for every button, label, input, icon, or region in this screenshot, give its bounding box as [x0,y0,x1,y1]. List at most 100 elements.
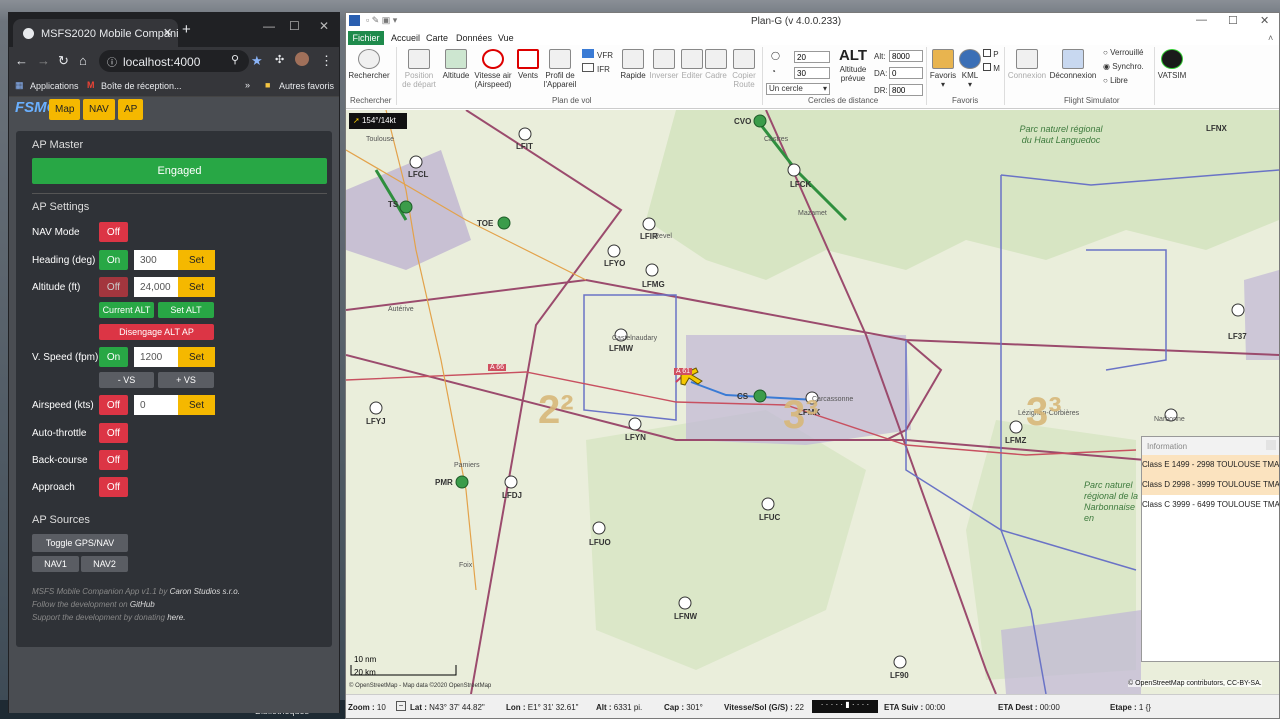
ap-master-engaged-button[interactable]: Engaged [32,158,327,184]
heading-input[interactable] [134,250,178,270]
quick-access-icons[interactable]: ▫ ✎ ▣ ▾ [366,15,397,26]
nav1-button[interactable]: NAV1 [32,556,79,572]
minus-vs-button[interactable]: - VS [99,372,154,388]
airport-label-lfuc[interactable]: LFUC [759,513,780,522]
menu-fichier[interactable]: Fichier [348,31,384,45]
position-depart-button[interactable]: Position de départ [400,49,438,89]
bookmark-inbox[interactable]: Boîte de réception... [101,81,182,91]
airport-label-lfck[interactable]: LFCK [790,180,811,189]
plang-maximize-icon[interactable]: ☐ [1228,14,1238,27]
vspeed-toggle[interactable]: On [99,347,128,367]
circle-radius-2-input[interactable] [794,67,830,79]
menu-vue[interactable]: Vue [498,33,514,43]
vor-label-cvo[interactable]: CVO [734,117,751,126]
footer-link-caron[interactable]: Caron Studios s.r.o. [170,587,240,596]
autothrottle-toggle[interactable]: Off [99,423,128,443]
editer-button[interactable]: Editer [680,49,704,80]
menu-accueil[interactable]: Accueil [391,33,420,43]
forward-icon[interactable]: → [37,53,50,68]
airport-label-lfyj[interactable]: LFYJ [366,417,386,426]
close-info-icon[interactable] [1266,440,1276,450]
star-icon[interactable]: ★ [251,53,263,69]
toggle-gps-nav-button[interactable]: Toggle GPS/NAV [32,534,128,552]
circle-mode-select[interactable]: Un cercle ▾ [766,83,830,95]
connexion-button[interactable]: Connexion [1007,49,1047,80]
home-icon[interactable]: ⌂ [79,53,87,68]
information-row[interactable]: Class D 2998 - 3999 TOULOUSE TMA [1142,475,1279,495]
footer-link-donate[interactable]: here. [167,613,185,622]
information-row[interactable]: Class C 3999 - 6499 TOULOUSE TMA [1142,495,1279,515]
nav-nav[interactable]: NAV [83,99,115,120]
dr-input[interactable] [889,84,923,96]
airport-label-lfcl[interactable]: LFCL [408,170,428,179]
vor-label-ts[interactable]: TS [388,200,398,209]
zoom-out-button[interactable]: − [396,701,406,711]
deconnexion-button[interactable]: Déconnexion [1049,49,1097,80]
footer-link-github[interactable]: GitHub [130,600,155,609]
airspeed-set-button[interactable]: Set [178,395,215,415]
map-view[interactable]: ➚ 154°/14kt LFIT LFCL LFCK LFIR LFYO LFM… [346,110,1279,694]
rechercher-button[interactable]: Rechercher [348,49,390,80]
extensions-icon[interactable]: ✣ [275,53,284,66]
altitude-toggle[interactable]: Off [99,277,128,297]
circle-radius-1-input[interactable] [794,51,830,63]
nav-map[interactable]: Map [49,99,81,120]
checkbox-p[interactable]: P [983,49,1003,59]
vor-label-pmr[interactable]: PMR [435,478,453,487]
airport-label-lfnw[interactable]: LFNW [674,612,697,621]
nav-ap[interactable]: AP [118,99,144,120]
alt-input[interactable] [889,50,923,62]
vor-label-toe[interactable]: TOE [477,219,493,228]
menu-donnees[interactable]: Données [456,33,492,43]
menu-carte[interactable]: Carte [426,33,448,43]
airspeed-toggle[interactable]: Off [99,395,128,415]
favoris-button[interactable]: Favoris ▾ [929,49,957,89]
rapide-button[interactable]: Rapide [618,49,648,80]
reload-icon[interactable]: ↻ [58,53,69,69]
address-bar[interactable]: ⓘ localhost:4000 [99,50,249,72]
bookmark-others[interactable]: Autres favoris [279,81,334,91]
plus-vs-button[interactable]: + VS [158,372,214,388]
airport-label-lfuo[interactable]: LFUO [589,538,611,547]
ifr-option[interactable]: IFR [582,63,618,74]
new-tab-icon[interactable]: + [182,21,191,38]
minimize-icon[interactable]: — [263,19,275,33]
vents-button[interactable]: Vents [514,49,542,80]
close-window-icon[interactable]: ✕ [319,19,329,33]
inverser-button[interactable]: Inverser [648,49,680,80]
ribbon-collapse-icon[interactable]: ˄ [1268,33,1273,43]
airport-label-lf37[interactable]: LF37 [1228,332,1247,341]
airport-label-lfdj[interactable]: LFDJ [502,491,522,500]
vor-label-cs[interactable]: CS [737,392,748,401]
zoom-icon[interactable]: ⚲ [231,53,239,66]
vitesse-air-button[interactable]: Vitesse air (Airspeed) [473,49,513,89]
heading-set-button[interactable]: Set [178,250,215,270]
altitude-button[interactable]: Altitude [440,49,472,80]
airport-label-lfmz[interactable]: LFMZ [1005,436,1026,445]
airport-label-lfmw[interactable]: LFMW [609,344,633,353]
nav2-button[interactable]: NAV2 [81,556,128,572]
vfr-option[interactable]: VFR [582,49,618,60]
altitude-set-button[interactable]: Set [178,277,215,297]
copier-route-button[interactable]: Copier Route [729,49,759,89]
back-icon[interactable]: ← [15,53,28,68]
plang-close-icon[interactable]: ✕ [1260,14,1269,27]
nav-mode-toggle[interactable]: Off [99,222,128,242]
profile-avatar[interactable] [295,52,309,66]
plang-minimize-icon[interactable]: — [1196,14,1207,26]
browser-tab[interactable]: MSFS2020 Mobile Companion Ap ✕ [13,19,178,47]
current-alt-button[interactable]: Current ALT [99,302,154,318]
profil-appareil-button[interactable]: Profil de l'Appareil [542,49,578,89]
airport-label-lfit[interactable]: LFIT [516,142,533,151]
heading-toggle[interactable]: On [99,250,128,270]
airport-label-lfnx[interactable]: LFNX [1206,124,1227,133]
bookmark-apps[interactable]: Applications [30,81,79,91]
vspeed-input[interactable] [134,347,178,367]
menu-icon[interactable]: ⋮ [320,53,333,69]
airport-label-lf90[interactable]: LF90 [890,671,909,680]
set-alt-button[interactable]: Set ALT [158,302,214,318]
time-slider[interactable]: · · · · · ▮ · · · · [812,700,878,713]
close-tab-icon[interactable]: ✕ [163,26,172,39]
vatsim-button[interactable]: VATSIM [1156,49,1188,80]
approach-toggle[interactable]: Off [99,477,128,497]
